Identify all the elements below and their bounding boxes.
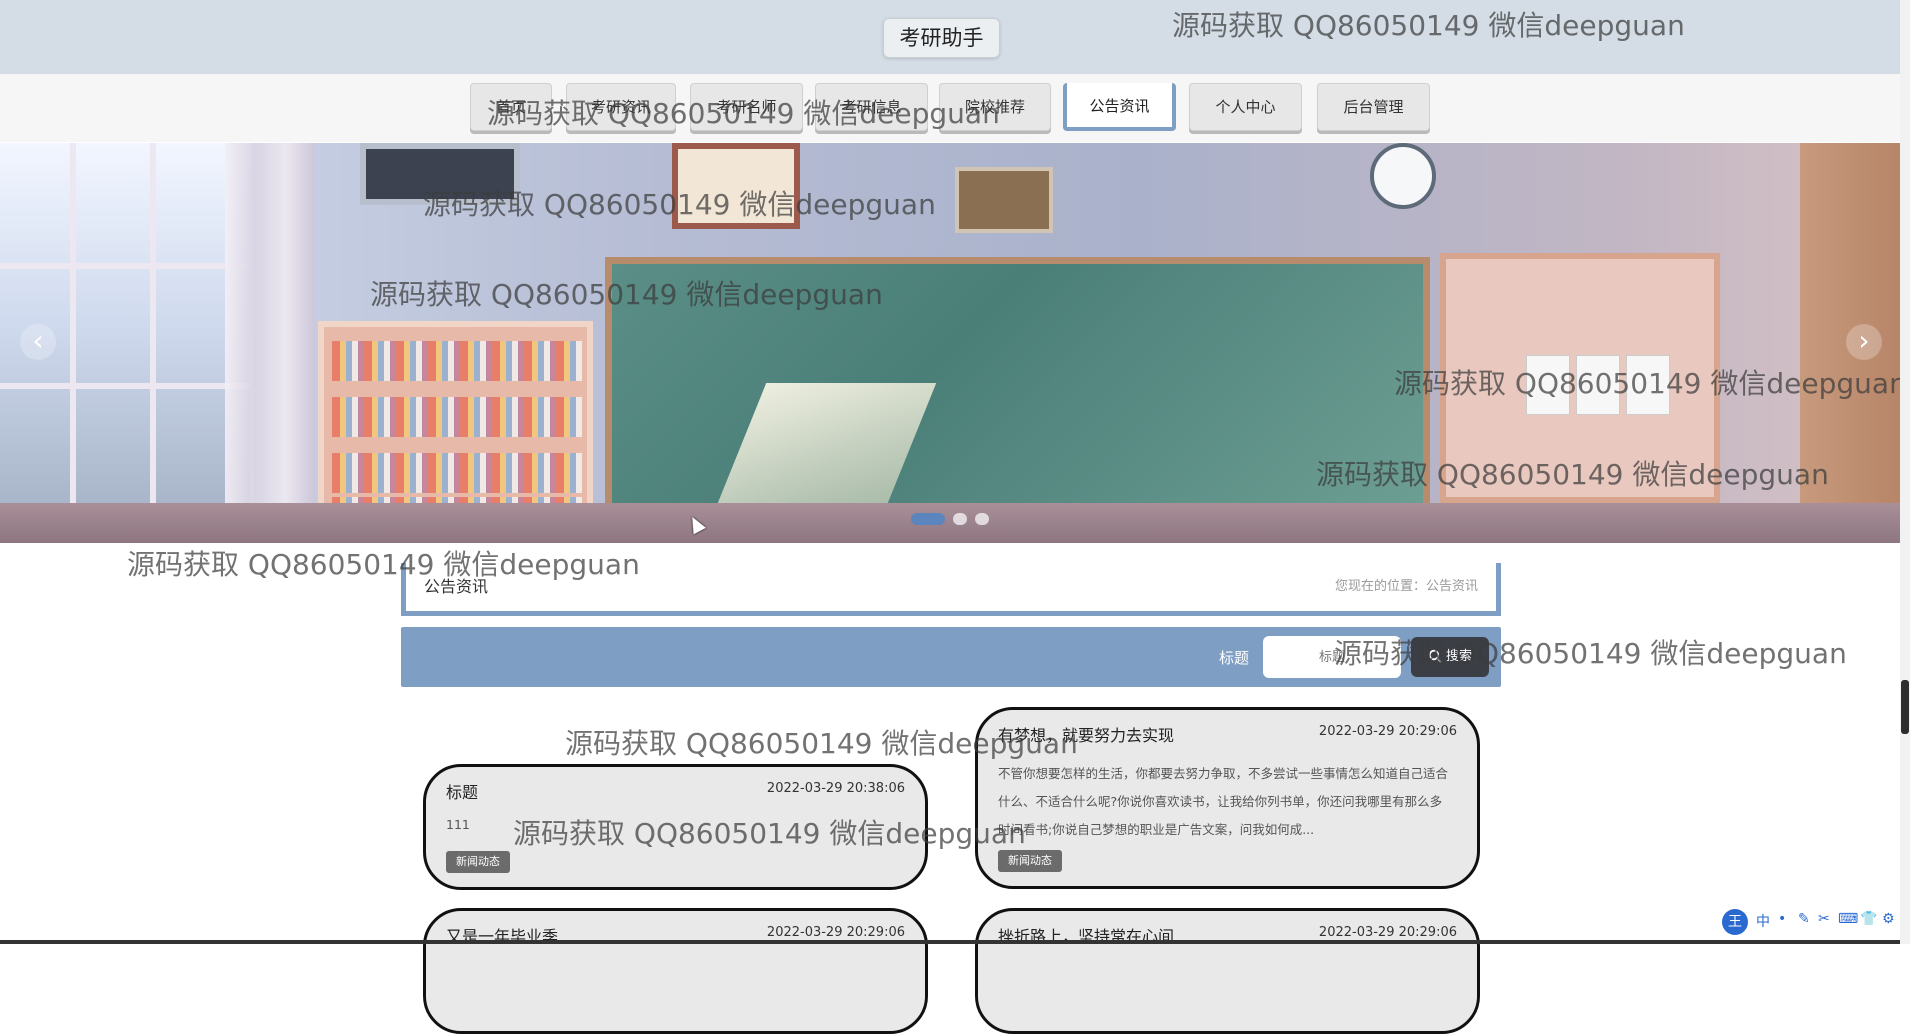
search-button[interactable]: 搜索 (1411, 637, 1489, 677)
card-title: 有梦想，就要努力去实现 (998, 726, 1175, 745)
carousel-next-button[interactable]: › (1846, 324, 1882, 360)
news-card[interactable]: 有梦想，就要努力去实现 2022-03-29 20:29:06 不管你想要怎样的… (975, 707, 1480, 889)
nav-item-kaoyan-info[interactable]: 考研信息 (815, 83, 928, 131)
tv-set (360, 143, 520, 205)
card-date: 2022-03-29 20:29:06 (1318, 925, 1457, 940)
card-category-tag[interactable]: 新闻动态 (446, 851, 510, 873)
card-summary: 111 (446, 817, 470, 832)
search-icon (1428, 649, 1442, 663)
chevron-right-icon: › (1858, 324, 1870, 357)
chevron-left-icon: ‹ (32, 324, 44, 357)
news-card[interactable]: 又是一年毕业季 2022-03-29 20:29:06 (423, 908, 928, 1034)
wall-frame (672, 143, 800, 229)
card-date: 2022-03-29 20:38:06 (766, 781, 905, 796)
ime-chinese-mode-icon[interactable]: 中 (1756, 911, 1770, 931)
classroom-floor (0, 503, 1900, 543)
card-title: 标题 (446, 783, 479, 802)
carousel-dot-3[interactable] (975, 513, 989, 525)
ime-logo-icon[interactable]: 王 (1722, 909, 1748, 935)
ime-punctuation-icon[interactable]: • (1778, 911, 1786, 927)
top-header: 考研助手 (0, 0, 1910, 75)
wall-clock (1370, 143, 1436, 209)
nav-item-personal-center[interactable]: 个人中心 (1189, 83, 1302, 131)
ime-handwrite-icon[interactable]: ✎ (1798, 911, 1810, 927)
nav-item-announcements[interactable]: 公告资讯 (1063, 83, 1176, 131)
carousel-dot-1[interactable] (911, 513, 945, 525)
ime-skin-icon[interactable]: 👕 (1860, 911, 1877, 927)
banner-carousel[interactable]: ‹ › (0, 143, 1900, 543)
search-button-label: 搜索 (1445, 649, 1472, 664)
curtain (225, 143, 315, 503)
notice-board (1440, 253, 1720, 503)
news-card[interactable]: 标题 2022-03-29 20:38:06 111 新闻动态 (423, 764, 928, 890)
card-date: 2022-03-29 20:29:06 (766, 925, 905, 940)
card-date: 2022-03-29 20:29:06 (1318, 724, 1457, 739)
nav-item-admin[interactable]: 后台管理 (1317, 83, 1430, 131)
nav-item-teachers[interactable]: 考研名师 (690, 83, 803, 131)
search-input[interactable] (1263, 636, 1401, 678)
ime-toolbar: 王 中 • ✎ ✂ ⌨ 👕 ⚙ (1722, 909, 1900, 937)
ime-keyboard-icon[interactable]: ⌨ (1838, 911, 1858, 927)
nav-item-home[interactable]: 首页 (470, 83, 552, 131)
taskbar-edge (0, 940, 1900, 944)
section-header: 公告资讯 您现在的位置：公告资讯 (401, 563, 1501, 616)
wall-speaker (955, 167, 1053, 233)
breadcrumb: 您现在的位置：公告资讯 (1334, 579, 1478, 594)
section-title: 公告资讯 (424, 577, 489, 596)
card-summary: 不管你想要怎样的生活，你都要去努力争取，不多尝试一些事情怎么知道自己适合什么、不… (998, 766, 1449, 837)
page-scrollbar[interactable] (1900, 0, 1910, 944)
search-bar: 标题 搜索 (401, 627, 1501, 687)
ime-scissors-icon[interactable]: ✂ (1818, 911, 1830, 927)
scrollbar-thumb[interactable] (1901, 680, 1909, 734)
classroom-window (0, 143, 260, 503)
carousel-prev-button[interactable]: ‹ (20, 324, 56, 360)
card-category-tag[interactable]: 新闻动态 (998, 850, 1062, 872)
main-nav: 首页 考研资讯 考研名师 考研信息 院校推荐 公告资讯 个人中心 后台管理 (0, 74, 1910, 142)
news-card[interactable]: 挫折路上，坚持常在心间 2022-03-29 20:29:06 (975, 908, 1480, 1034)
search-label: 标题 (1219, 649, 1250, 667)
nav-item-kaoyan-news[interactable]: 考研资讯 (566, 83, 676, 131)
site-title[interactable]: 考研助手 (883, 18, 1000, 58)
ime-settings-icon[interactable]: ⚙ (1882, 911, 1895, 927)
carousel-dot-2[interactable] (953, 513, 967, 525)
nav-item-school-recommend[interactable]: 院校推荐 (939, 83, 1051, 131)
